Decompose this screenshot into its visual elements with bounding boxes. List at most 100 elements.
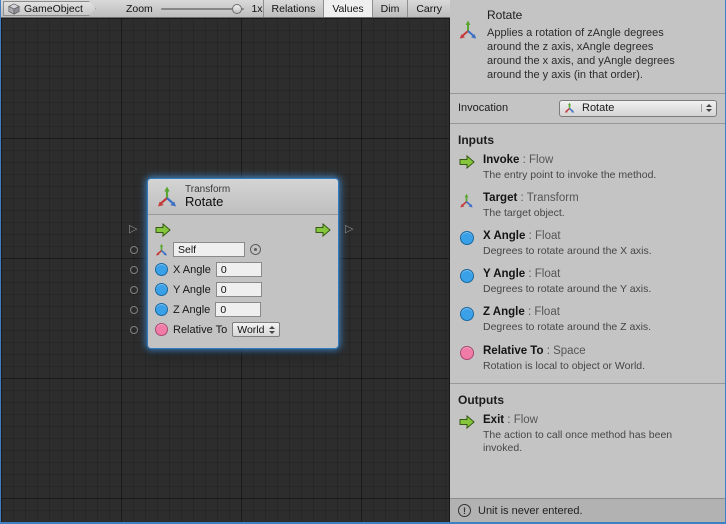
values-toggle-button[interactable]: Values: [323, 0, 371, 17]
warning-icon: !: [458, 504, 471, 517]
toolbar-toggle-group: Relations Values Dim Carry: [263, 0, 450, 17]
port-name: Exit: [483, 414, 504, 426]
invocation-dropdown[interactable]: Rotate: [559, 100, 717, 117]
zoom-value: 1x: [251, 3, 262, 15]
port-item-text: Z Angle : Float Degrees to rotate around…: [483, 306, 688, 334]
x-angle-input[interactable]: 0: [216, 262, 262, 277]
self-target-field[interactable]: Self: [173, 242, 245, 257]
z-angle-input[interactable]: 0: [215, 302, 261, 317]
x-angle-value: 0: [221, 264, 227, 276]
port-name: Y Angle: [483, 268, 525, 280]
node-title: Rotate: [185, 195, 230, 210]
x-angle-label: X Angle: [173, 264, 211, 276]
carry-toggle-button[interactable]: Carry: [407, 0, 450, 17]
port-item-text: X Angle : Float Degrees to rotate around…: [483, 230, 688, 258]
float-port-icon: [460, 269, 474, 283]
inspector-header: Rotate Applies a rotation of zAngle degr…: [450, 0, 725, 94]
dim-toggle-button[interactable]: Dim: [372, 0, 408, 17]
port-name-line: Z Angle : Float: [483, 306, 688, 318]
port-item-z-angle: Z Angle : Float Degrees to rotate around…: [450, 306, 725, 344]
port-item-target: Target : Transform The target object.: [450, 192, 725, 230]
inspector-title: Rotate: [487, 8, 689, 22]
float-port-icon: [460, 307, 474, 321]
port-name: Relative To: [483, 345, 544, 357]
outputs-section-title: Outputs: [450, 384, 725, 414]
target-transform-icon[interactable]: [155, 243, 168, 257]
node-x-angle-row: X Angle 0: [155, 261, 331, 279]
node-z-angle-row: Z Angle 0: [155, 301, 331, 319]
port-name-line: Invoke : Flow: [483, 154, 688, 166]
port-name: Invoke: [483, 154, 519, 166]
port-description: The action to call once method has been …: [483, 429, 688, 455]
z-angle-label: Z Angle: [173, 304, 210, 316]
graph-toolbar: GameObject Zoom 1x Relations Values Dim …: [1, 0, 450, 18]
node-header[interactable]: Transform Rotate: [148, 179, 338, 215]
port-type: : Flow: [504, 414, 538, 426]
port-description: The entry point to invoke the method.: [483, 169, 688, 182]
port-type: : Float: [525, 268, 560, 280]
node-relative-row: Relative To World: [155, 321, 331, 339]
port-name: Z Angle: [483, 306, 525, 318]
invocation-value: Rotate: [580, 102, 696, 114]
relations-toggle-button[interactable]: Relations: [263, 0, 324, 17]
graph-canvas[interactable]: ▷ ▷ Transform Rotate: [1, 18, 450, 522]
z-angle-port-icon[interactable]: [155, 303, 168, 316]
external-port-dot-z[interactable]: [130, 306, 138, 314]
warning-bar: ! Unit is never entered.: [450, 498, 725, 522]
node-flow-row: [155, 221, 331, 239]
y-angle-label: Y Angle: [173, 284, 211, 296]
relations-toggle-label: Relations: [272, 3, 316, 15]
port-name-line: Target : Transform: [483, 192, 688, 204]
dropdown-stepper-icon: [701, 104, 712, 112]
external-flow-out-triangle[interactable]: ▷: [345, 224, 353, 235]
external-port-dot-y[interactable]: [130, 286, 138, 294]
flow-arrow-icon: [459, 415, 475, 429]
port-icon-wrap: [458, 306, 475, 334]
zoom-label: Zoom: [126, 3, 153, 15]
rotate-unit-node[interactable]: Transform Rotate: [148, 179, 338, 348]
port-name-line: Relative To : Space: [483, 345, 688, 357]
outputs-section: Outputs Exit : Flow The action to call o…: [450, 383, 725, 465]
port-type: : Float: [525, 230, 560, 242]
y-angle-input[interactable]: 0: [216, 282, 262, 297]
port-item-x-angle: X Angle : Float Degrees to rotate around…: [450, 230, 725, 268]
inspector-panel: Rotate Applies a rotation of zAngle degr…: [450, 0, 725, 522]
flow-arrow-icon: [459, 155, 475, 169]
external-port-dot-x[interactable]: [130, 266, 138, 274]
self-target-value: Self: [178, 244, 196, 256]
x-angle-port-icon[interactable]: [155, 263, 168, 276]
zoom-slider-knob[interactable]: [232, 4, 242, 14]
invoke-flow-port-icon[interactable]: [155, 223, 171, 237]
node-target-row: Self: [155, 241, 331, 259]
external-port-dot-relative[interactable]: [130, 326, 138, 334]
port-icon-wrap: [458, 345, 475, 373]
transform-axes-icon: [564, 102, 575, 114]
port-item-text: Y Angle : Float Degrees to rotate around…: [483, 268, 688, 296]
carry-toggle-label: Carry: [416, 3, 442, 15]
external-flow-in-triangle[interactable]: ▷: [129, 224, 137, 235]
values-toggle-label: Values: [332, 3, 363, 15]
port-item-text: Relative To : Space Rotation is local to…: [483, 345, 688, 373]
zoom-slider[interactable]: [161, 8, 245, 10]
transform-axes-icon: [156, 185, 178, 209]
breadcrumb-gameobject[interactable]: GameObject: [3, 1, 96, 16]
port-name-line: Y Angle : Float: [483, 268, 688, 280]
warning-text: Unit is never entered.: [478, 505, 583, 517]
gameobject-cube-icon: [8, 3, 20, 15]
y-angle-port-icon[interactable]: [155, 283, 168, 296]
node-header-text: Transform Rotate: [185, 184, 230, 210]
relative-to-dropdown[interactable]: World: [232, 322, 280, 337]
external-port-dot-self[interactable]: [130, 246, 138, 254]
transform-axes-icon: [458, 19, 478, 41]
relative-to-port-icon[interactable]: [155, 323, 168, 336]
invocation-label: Invocation: [458, 102, 508, 114]
port-name-line: X Angle : Float: [483, 230, 688, 242]
object-picker-icon[interactable]: [250, 244, 261, 255]
port-icon-wrap: [458, 192, 475, 220]
exit-flow-port-icon[interactable]: [315, 223, 331, 237]
port-type: : Float: [525, 306, 560, 318]
z-angle-value: 0: [220, 304, 226, 316]
port-icon-wrap: [458, 154, 475, 182]
port-icon-wrap: [458, 268, 475, 296]
port-type: : Flow: [519, 154, 553, 166]
